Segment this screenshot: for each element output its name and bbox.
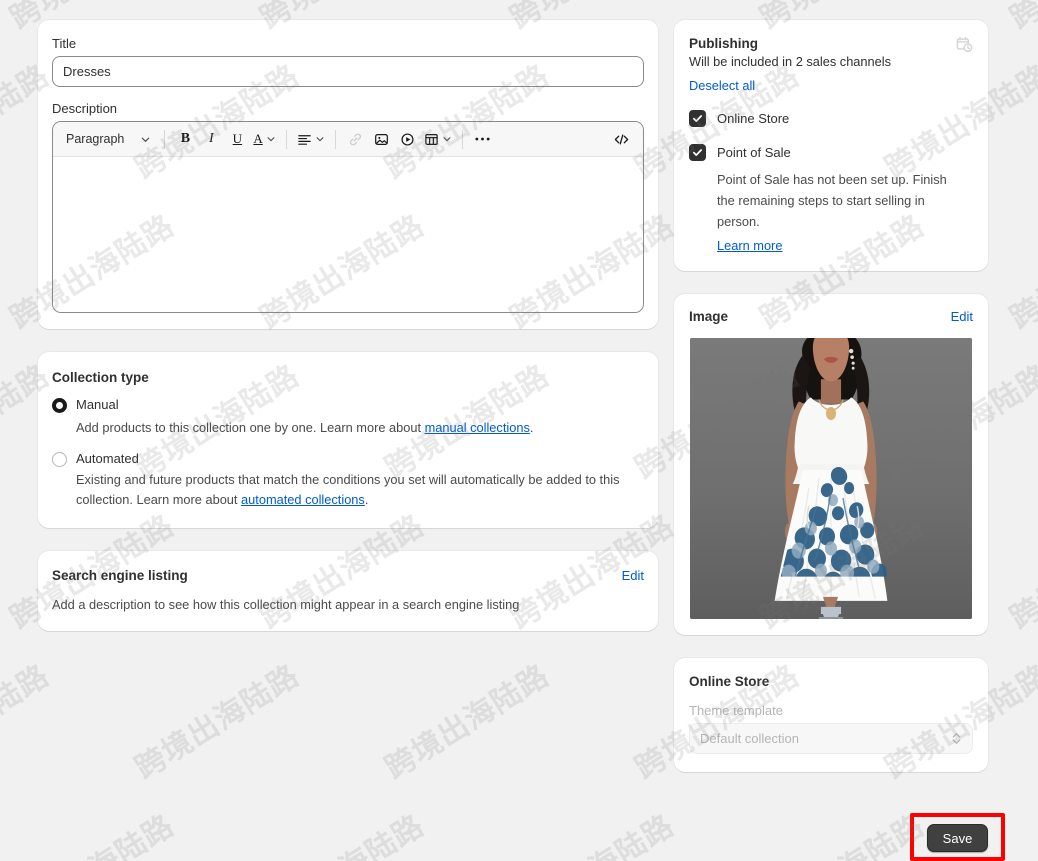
code-view-icon[interactable] (608, 126, 634, 152)
checkmark-glyph (692, 149, 703, 156)
calendar-clock-icon[interactable] (956, 36, 973, 56)
left-column: Title Description Paragraph B (38, 20, 658, 654)
toolbar-divider (285, 129, 287, 149)
text-color-glyph: A (253, 131, 263, 146)
chevron-down-icon (443, 137, 451, 142)
toolbar-divider (461, 129, 463, 149)
manual-help-suffix: . (529, 420, 534, 435)
deselect-all-button[interactable]: Deselect all (689, 78, 755, 93)
publishing-header: Publishing Will be included in 2 sales c… (689, 36, 973, 69)
image-card: Image Edit (674, 294, 988, 635)
save-button[interactable]: Save (927, 824, 988, 852)
checkbox-point-of-sale-icon[interactable] (689, 144, 706, 161)
radio-option-automated[interactable]: Automated (52, 451, 644, 467)
theme-template-value: Default collection (700, 731, 799, 746)
description-editor-body[interactable] (53, 157, 643, 312)
radio-automated-icon[interactable] (52, 452, 67, 467)
image-header: Image Edit (689, 309, 973, 324)
manual-collections-link[interactable]: manual collections (425, 420, 530, 435)
paragraph-style-dropdown[interactable]: Paragraph (59, 126, 157, 152)
channel-point-of-sale-label: Point of Sale (717, 145, 791, 160)
paragraph-style-label: Paragraph (66, 132, 125, 146)
online-store-card: Online Store Theme template Default coll… (674, 658, 988, 772)
publishing-title: Publishing (689, 36, 758, 51)
chevron-down-icon (142, 137, 150, 142)
checkmark-glyph (692, 115, 703, 122)
description-editor[interactable]: Paragraph B I U A (52, 121, 644, 313)
publishing-card: Publishing Will be included in 2 sales c… (674, 20, 988, 271)
description-label: Description (52, 101, 118, 116)
bold-icon[interactable]: B (172, 126, 198, 152)
align-left-glyph (298, 134, 311, 145)
radio-manual-label: Manual (76, 397, 119, 412)
insert-image-icon[interactable] (369, 126, 395, 152)
image-edit-button[interactable]: Edit (951, 309, 973, 324)
point-of-sale-learn-more-link[interactable]: Learn more (717, 238, 782, 253)
online-store-title: Online Store (689, 674, 770, 689)
search-engine-listing-card: Search engine listing Edit Add a descrip… (38, 551, 658, 631)
chevron-down-icon (267, 137, 275, 142)
stepper-glyph (952, 733, 961, 744)
collection-type-title: Collection type (52, 370, 149, 385)
ellipsis-glyph (475, 137, 490, 141)
seo-edit-button[interactable]: Edit (622, 568, 644, 583)
title-label: Title (52, 36, 77, 51)
seo-body-text: Add a description to see how this collec… (52, 597, 520, 612)
radio-manual-icon[interactable] (52, 398, 67, 413)
manual-help-prefix: Add products to this collection one by o… (76, 420, 425, 435)
collection-image[interactable] (690, 338, 972, 619)
insert-table-icon[interactable] (421, 126, 455, 152)
code-glyph (614, 134, 628, 144)
title-description-card: Title Description Paragraph B (38, 20, 658, 329)
underline-glyph: U (232, 131, 243, 146)
toolbar-divider (334, 129, 336, 149)
save-area: Save (910, 813, 1005, 861)
radio-automated-label: Automated (76, 451, 139, 466)
automated-collections-link[interactable]: automated collections (241, 492, 365, 507)
align-icon[interactable] (294, 126, 328, 152)
seo-title: Search engine listing (52, 568, 188, 583)
seo-header: Search engine listing Edit (52, 568, 644, 583)
video-glyph (401, 132, 414, 146)
editor-toolbar: Paragraph B I U A (53, 122, 643, 157)
collection-image-graphic (690, 338, 972, 619)
chevron-down-icon (316, 137, 324, 142)
radio-option-manual[interactable]: Manual (52, 397, 644, 413)
bold-glyph: B (180, 131, 191, 146)
table-glyph (425, 133, 438, 145)
radio-automated-help: Existing and future products that match … (76, 470, 644, 510)
underline-icon[interactable]: U (224, 126, 250, 152)
title-input[interactable] (52, 56, 644, 87)
insert-video-icon[interactable] (395, 126, 421, 152)
link-icon[interactable] (343, 126, 369, 152)
theme-template-label: Theme template (689, 703, 783, 718)
italic-icon[interactable]: I (198, 126, 224, 152)
publishing-subtitle: Will be included in 2 sales channels (689, 54, 892, 69)
channel-online-store-label: Online Store (717, 111, 790, 126)
italic-glyph: I (209, 131, 214, 146)
checkbox-online-store-icon[interactable] (689, 110, 706, 127)
channel-point-of-sale[interactable]: Point of Sale (689, 144, 973, 161)
more-options-icon[interactable] (470, 126, 496, 152)
link-glyph (350, 133, 362, 145)
image-glyph (375, 133, 389, 145)
right-column: Publishing Will be included in 2 sales c… (674, 20, 988, 795)
theme-template-select: Default collection (689, 723, 973, 754)
stepper-icon (951, 731, 962, 746)
image-title: Image (689, 309, 729, 324)
text-color-icon[interactable]: A (250, 126, 278, 152)
automated-help-suffix: . (364, 492, 369, 507)
toolbar-divider (164, 129, 166, 149)
calendar-clock-glyph (956, 36, 973, 53)
collection-type-card: Collection type Manual Add products to t… (38, 352, 658, 528)
point-of-sale-note: Point of Sale has not been set up. Finis… (717, 172, 947, 229)
radio-manual-help: Add products to this collection one by o… (76, 418, 644, 438)
channel-online-store[interactable]: Online Store (689, 110, 973, 127)
